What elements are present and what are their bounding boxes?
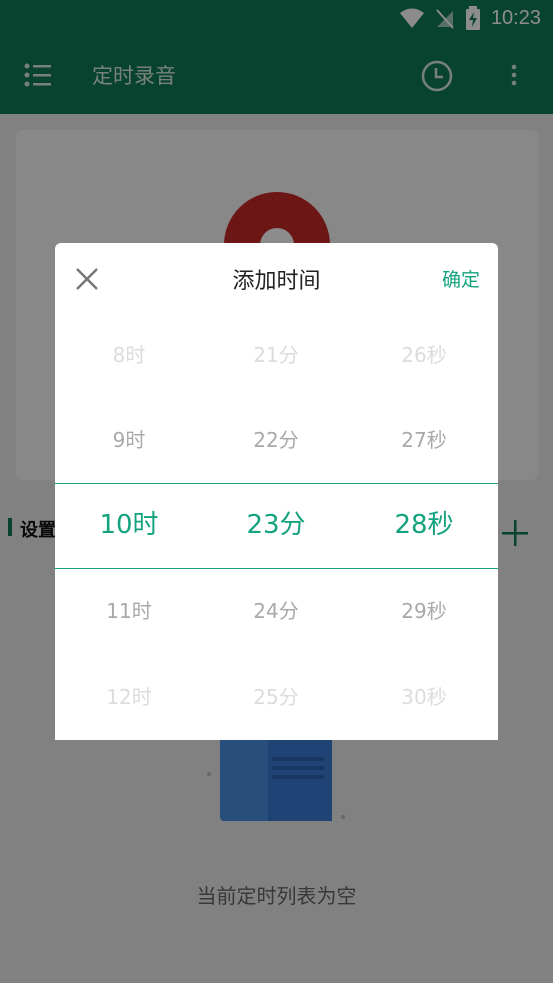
- minute-option[interactable]: 22分: [202, 420, 350, 460]
- minute-wheel[interactable]: 21分 22分 23分 24分 25分: [202, 313, 350, 740]
- minute-option[interactable]: 24分: [202, 591, 350, 631]
- hour-option[interactable]: 11时: [55, 591, 203, 631]
- time-picker: 8时 9时 10时 11时 12时 21分 22分 23分 24分 25分 26…: [55, 313, 498, 740]
- hour-wheel[interactable]: 8时 9时 10时 11时 12时: [55, 313, 203, 740]
- minute-option[interactable]: 21分: [202, 335, 350, 375]
- second-option[interactable]: 26秒: [350, 335, 498, 375]
- minute-option-selected[interactable]: 23分: [202, 505, 350, 545]
- confirm-button[interactable]: 确定: [442, 265, 480, 292]
- hour-option[interactable]: 9时: [55, 420, 203, 460]
- hour-option[interactable]: 8时: [55, 335, 203, 375]
- dialog-title: 添加时间: [232, 269, 321, 294]
- second-option-selected[interactable]: 28秒: [350, 505, 498, 545]
- second-option[interactable]: 29秒: [350, 591, 498, 631]
- add-time-dialog: 添加时间 确定 8时 9时 10时 11时 12时 21分 22分 23分 24…: [55, 243, 498, 740]
- second-option[interactable]: 27秒: [350, 420, 498, 460]
- second-option[interactable]: 30秒: [350, 677, 498, 717]
- minute-option[interactable]: 25分: [202, 677, 350, 717]
- hour-option[interactable]: 12时: [55, 677, 203, 717]
- hour-option-selected[interactable]: 10时: [55, 505, 203, 545]
- second-wheel[interactable]: 26秒 27秒 28秒 29秒 30秒: [350, 313, 498, 740]
